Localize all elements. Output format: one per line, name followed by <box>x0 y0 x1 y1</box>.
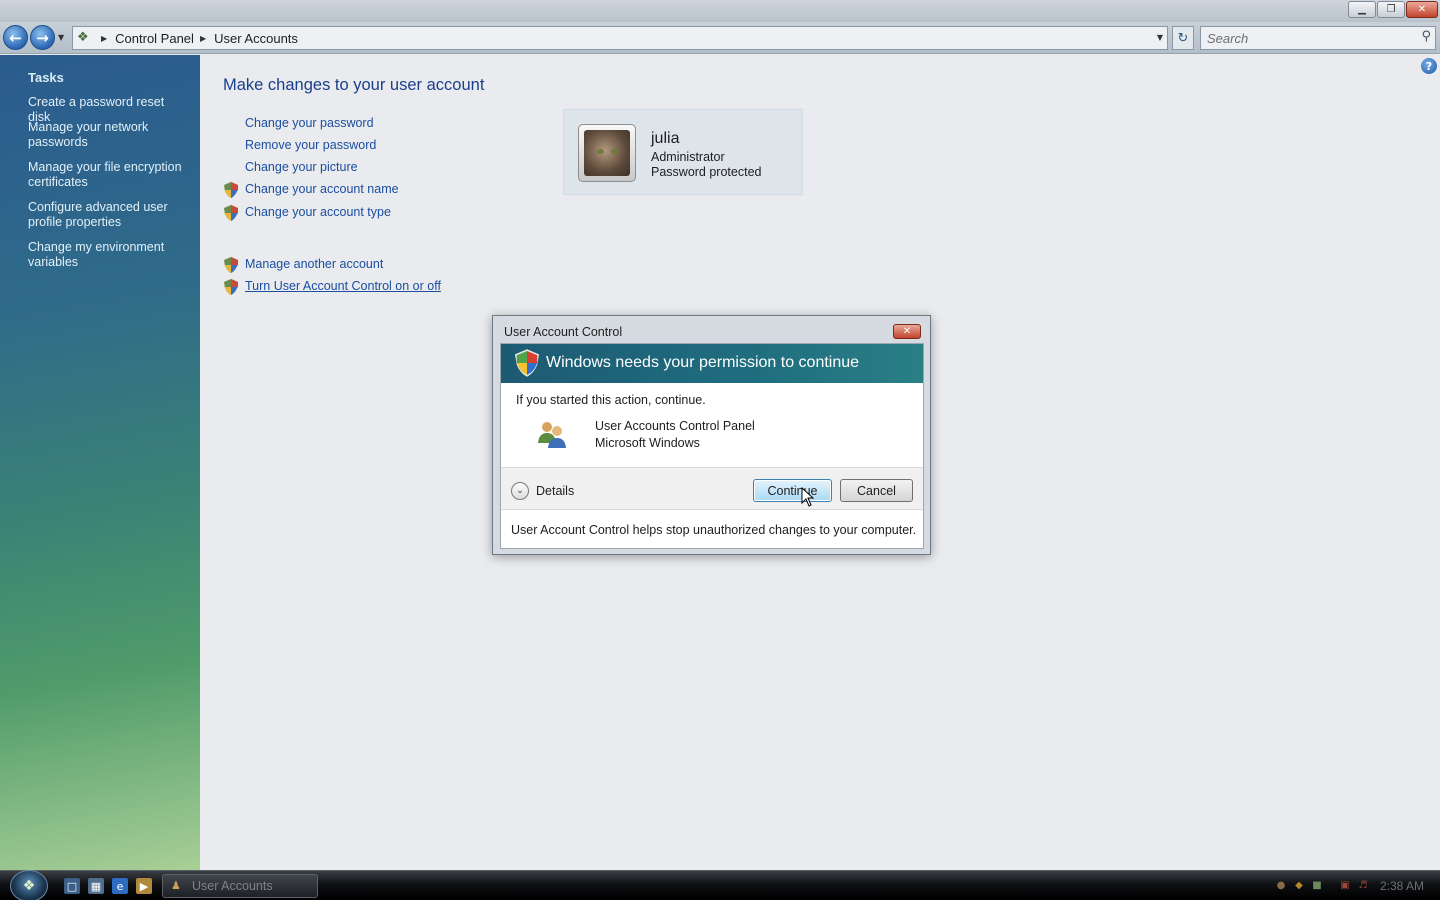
taskbar-item-label: User Accounts <box>192 879 273 893</box>
sidebar-item-profile-properties[interactable]: Configure advanced user profile properti… <box>28 200 188 230</box>
refresh-button[interactable]: ↻ <box>1172 26 1194 50</box>
back-button[interactable]: ← <box>3 25 28 50</box>
address-bar[interactable]: ❖ ▶ Control Panel ▶ User Accounts ▼ <box>72 26 1168 50</box>
cancel-button[interactable]: Cancel <box>840 479 913 502</box>
page-title: Make changes to your user account <box>223 76 485 94</box>
cat-eye <box>597 149 604 154</box>
internet-explorer-icon[interactable]: e <box>112 878 128 894</box>
change-picture-link[interactable]: Change your picture <box>245 160 358 174</box>
windows-logo-icon: ❖ <box>22 878 36 894</box>
help-icon[interactable]: ? <box>1421 58 1437 74</box>
uac-shield-icon <box>224 279 238 295</box>
tasks-sidebar: Tasks Create a password reset disk Manag… <box>0 55 200 870</box>
search-icon[interactable]: ⚲ <box>1421 29 1431 44</box>
users-icon <box>538 422 566 448</box>
forward-button[interactable]: → <box>30 25 55 50</box>
uac-shield-icon <box>515 349 539 377</box>
close-button[interactable]: ✕ <box>1406 1 1438 18</box>
program-publisher: Microsoft Windows <box>595 436 700 450</box>
breadcrumb-chevron-icon[interactable]: ▶ <box>200 34 206 43</box>
dialog-footer-text: User Account Control helps stop unauthor… <box>511 523 917 537</box>
taskbar: ❖ □ ▦ e ▶ ♟ User Accounts ● ◆ ■ ▣ ♬ 2:38… <box>0 870 1440 900</box>
volume-tray-icon[interactable]: ♬ <box>1356 878 1370 892</box>
sidebar-item-file-encryption[interactable]: Manage your file encryption certificates <box>28 160 188 190</box>
dialog-body: Windows needs your permission to continu… <box>500 343 924 549</box>
window-titlebar: ▁ ❐ ✕ <box>0 0 1440 22</box>
search-input[interactable]: Search ⚲ <box>1200 26 1436 50</box>
refresh-icon: ↻ <box>1177 30 1189 46</box>
close-icon: ✕ <box>902 326 912 337</box>
window-controls: ▁ ❐ ✕ <box>1348 1 1438 18</box>
sidebar-item-network-passwords[interactable]: Manage your network passwords <box>28 120 188 150</box>
forward-arrow-icon: → <box>36 28 49 47</box>
switch-windows-icon[interactable]: ▦ <box>88 878 104 894</box>
search-placeholder: Search <box>1207 31 1249 46</box>
chevron-down-icon: ⌄ <box>516 486 524 496</box>
details-label[interactable]: Details <box>536 484 574 498</box>
change-account-name-link[interactable]: Change your account name <box>245 182 399 196</box>
user-account-card: julia Administrator Password protected <box>563 109 803 195</box>
taskbar-clock[interactable]: 2:38 AM <box>1380 879 1424 893</box>
address-dropdown-icon[interactable]: ▼ <box>1157 33 1163 42</box>
remove-password-link[interactable]: Remove your password <box>245 138 376 152</box>
cat-picture <box>584 130 630 176</box>
avatar <box>578 124 636 182</box>
banner-heading: Windows needs your permission to continu… <box>546 354 860 371</box>
permission-banner: Windows needs your permission to continu… <box>501 344 923 383</box>
maximize-button[interactable]: ❐ <box>1377 1 1405 18</box>
mouse-cursor-icon <box>801 487 815 507</box>
dialog-instruction: If you started this action, continue. <box>516 393 706 407</box>
security-tray-icon[interactable]: ◆ <box>1292 878 1306 892</box>
toggle-uac-link[interactable]: Turn User Account Control on or off <box>245 279 441 293</box>
sidebar-item-environment-variables[interactable]: Change my environment variables <box>28 240 188 270</box>
dialog-close-button[interactable]: ✕ <box>893 324 921 339</box>
user-password-status: Password protected <box>651 165 762 179</box>
details-toggle-button[interactable]: ⌄ <box>511 482 529 500</box>
control-panel-icon: ❖ <box>77 30 89 45</box>
sync-tray-icon[interactable]: ■ <box>1310 878 1324 892</box>
dialog-title: User Account Control <box>504 325 623 339</box>
connection-tray-icon[interactable]: ▣ <box>1338 878 1352 892</box>
uac-shield-icon <box>224 257 238 273</box>
dialog-actions: ⌄ Details Continue Cancel <box>501 467 923 510</box>
show-desktop-icon[interactable]: □ <box>64 878 80 894</box>
breadcrumb-user-accounts[interactable]: User Accounts <box>214 31 298 46</box>
minimize-button[interactable]: ▁ <box>1348 1 1376 18</box>
back-arrow-icon: ← <box>9 28 22 47</box>
media-player-icon[interactable]: ▶ <box>136 878 152 894</box>
network-tray-icon[interactable]: ● <box>1274 878 1288 892</box>
breadcrumb-chevron-icon[interactable]: ▶ <box>101 34 107 43</box>
breadcrumb-control-panel[interactable]: Control Panel <box>115 31 194 46</box>
change-password-link[interactable]: Change your password <box>245 116 374 130</box>
uac-shield-icon <box>224 182 238 198</box>
uac-dialog: User Account Control ✕ Windows needs you… <box>492 315 931 555</box>
recent-pages-dropdown-icon[interactable]: ▼ <box>58 33 64 42</box>
continue-button[interactable]: Continue <box>753 479 832 502</box>
manage-another-account-link[interactable]: Manage another account <box>245 257 383 271</box>
taskbar-item-user-accounts[interactable]: ♟ User Accounts <box>162 874 318 898</box>
change-account-type-link[interactable]: Change your account type <box>245 205 391 219</box>
program-name: User Accounts Control Panel <box>595 419 755 433</box>
user-name: julia <box>651 130 680 147</box>
cat-eye <box>611 149 618 154</box>
uac-shield-icon <box>224 205 238 221</box>
tasks-heading: Tasks <box>28 70 64 85</box>
user-role: Administrator <box>651 150 725 164</box>
start-button[interactable]: ❖ <box>10 870 48 900</box>
users-icon: ♟ <box>171 879 181 892</box>
navigation-bar: ← → ▼ ❖ ▶ Control Panel ▶ User Accounts … <box>0 22 1440 54</box>
